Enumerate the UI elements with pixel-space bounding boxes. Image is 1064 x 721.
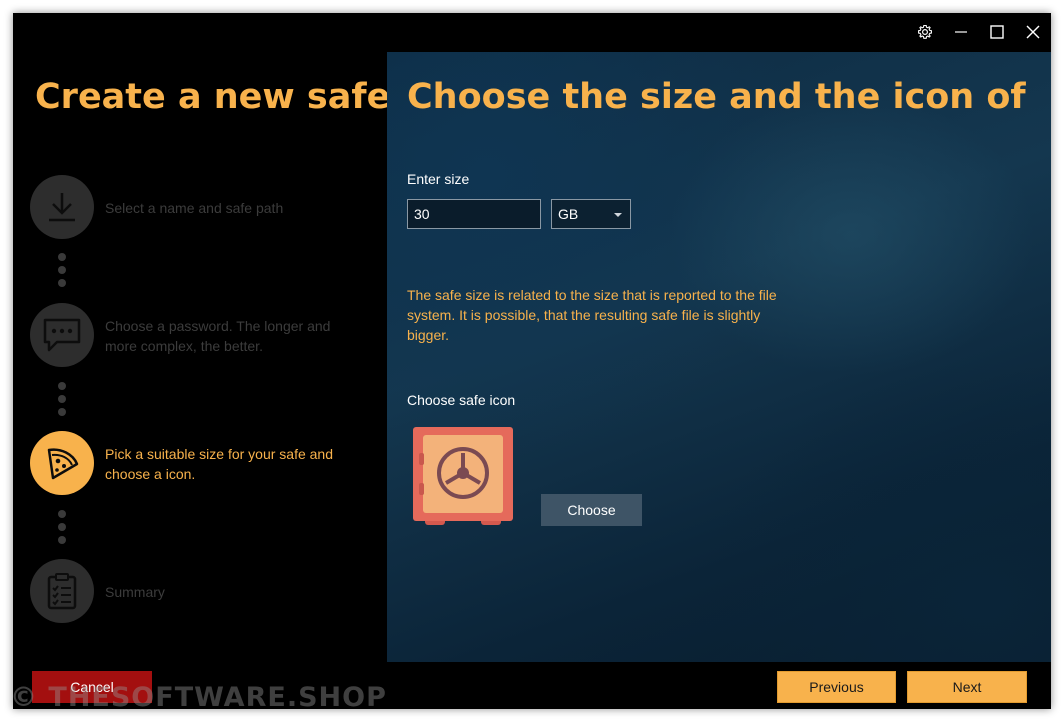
close-button[interactable] [1016,13,1050,51]
wizard-title: Create a new safe [35,77,391,117]
safe-icon[interactable] [411,425,515,529]
title-bar [13,13,1051,51]
chevron-down-icon [614,213,622,217]
step-4-icon-circle [30,559,94,623]
step-connector-dot [58,279,66,287]
size-input[interactable] [407,199,541,229]
wizard-window: Create a new safe Select a name and safe… [13,13,1051,709]
previous-button[interactable]: Previous [777,671,896,703]
step-connector-dot [58,408,66,416]
step-1-label: Select a name and safe path [105,200,284,216]
settings-button[interactable] [908,13,942,51]
maximize-icon [990,25,1004,39]
step-2-label: Choose a password. The longer and more c… [105,318,331,354]
size-info-text: The safe size is related to the size tha… [407,287,777,343]
maximize-button[interactable] [980,13,1014,51]
step-2-icon-circle [30,303,94,367]
page-title: Choose the size and the icon of the safe [407,77,1031,117]
step-4-label: Summary [105,584,165,600]
size-label: Enter size [407,171,470,187]
gear-icon [918,24,932,39]
content-panel: Choose the size and the icon of the safe… [387,52,1051,662]
minimize-icon [955,31,967,33]
download-icon [49,193,75,222]
icon-label: Choose safe icon [407,392,516,408]
unit-select[interactable]: GB [551,199,631,229]
unit-select-value: GB [558,206,579,222]
pizza-slice-icon [47,448,79,480]
step-connector-dot [58,382,66,390]
choose-icon-button[interactable]: Choose [541,494,642,526]
chat-bubble-icon [43,318,81,352]
step-1-icon-circle [30,175,94,239]
close-icon [1026,25,1040,39]
step-3-icon-circle [30,431,94,495]
step-connector-dot [58,253,66,261]
step-connector-dot [58,523,66,531]
step-connector-dot [58,266,66,274]
clipboard-checklist-icon [47,573,77,610]
step-3-label: Pick a suitable size for your safe and c… [105,446,334,482]
step-connector-dot [58,395,66,403]
minimize-button[interactable] [944,13,978,51]
step-connector-dot [58,536,66,544]
watermark: © THESOFTWARE.SHOP [10,682,387,713]
step-connector-dot [58,510,66,518]
next-button[interactable]: Next [907,671,1027,703]
